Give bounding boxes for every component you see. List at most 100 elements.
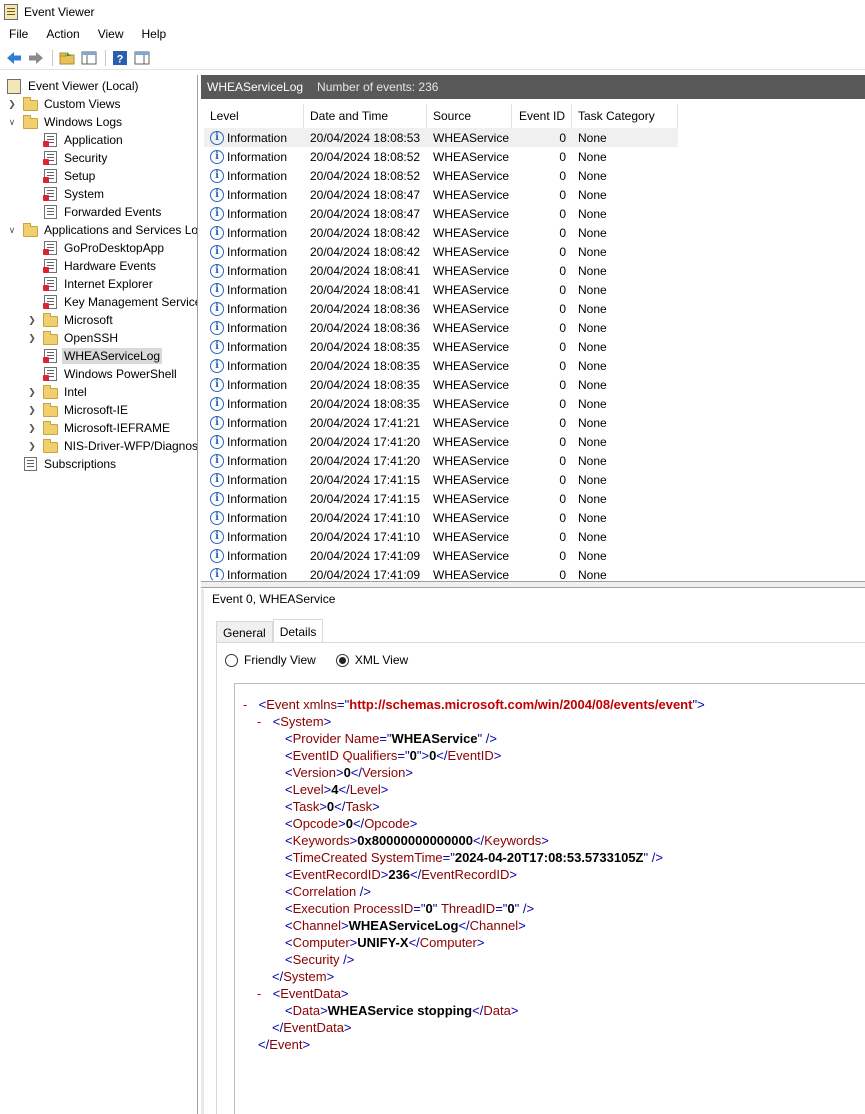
event-row[interactable]: i Information 20/04/2024 17:41:10 WHEAServi…	[204, 527, 678, 546]
event-row[interactable]: i Information 20/04/2024 18:08:35 WHEAServi…	[204, 337, 678, 356]
event-row[interactable]: i Information 20/04/2024 18:08:35 WHEAServi…	[204, 394, 678, 413]
event-row[interactable]: i Information 20/04/2024 18:08:53 WHEAServi…	[204, 128, 678, 147]
event-row[interactable]: i Information 20/04/2024 18:08:52 WHEAServi…	[204, 166, 678, 185]
tree-item-key-management-service[interactable]: Key Management Service	[42, 293, 197, 311]
show-hide-tree-button[interactable]	[79, 48, 99, 68]
chevron-right-icon[interactable]: ❯	[27, 423, 37, 433]
event-row[interactable]: i Information 20/04/2024 17:41:10 WHEAServi…	[204, 508, 678, 527]
cell-text: None	[578, 529, 607, 544]
cell-level: i Information	[204, 223, 304, 242]
event-row[interactable]: i Information 20/04/2024 17:41:09 WHEAServi…	[204, 565, 678, 580]
event-row[interactable]: i Information 20/04/2024 17:41:09 WHEAServi…	[204, 546, 678, 565]
chevron-right-icon[interactable]: ❯	[27, 405, 37, 415]
tree-item-security[interactable]: Security	[42, 149, 109, 167]
event-row[interactable]: i Information 20/04/2024 18:08:35 WHEAServi…	[204, 375, 678, 394]
show-hide-action-pane-button[interactable]	[132, 48, 152, 68]
event-row[interactable]: i Information 20/04/2024 18:08:52 WHEAServi…	[204, 147, 678, 166]
menu-help[interactable]: Help	[133, 27, 176, 41]
cell-text: WHEAService	[433, 529, 510, 544]
event-row[interactable]: i Information 20/04/2024 17:41:20 WHEAServi…	[204, 432, 678, 451]
friendly-view-radio[interactable]: Friendly View	[225, 653, 316, 667]
radio-button-selected[interactable]	[335, 653, 349, 667]
tree-item-forwarded-events[interactable]: Forwarded Events	[42, 203, 163, 221]
column-header-task-category[interactable]: Task Category	[572, 104, 678, 128]
back-button[interactable]	[4, 48, 24, 68]
event-row[interactable]: i Information 20/04/2024 18:08:42 WHEAServi…	[204, 223, 678, 242]
menu-view[interactable]: View	[89, 27, 133, 41]
radio-button[interactable]	[225, 653, 238, 667]
tree-item-wheaservicelog[interactable]: WHEAServiceLog	[42, 347, 163, 365]
tree-item-microsoft-ie[interactable]: Microsoft-IE	[42, 401, 130, 419]
cell-text: WHEAService	[433, 320, 510, 335]
tree-item-openssh[interactable]: OpenSSH	[42, 329, 120, 347]
tree-item-subscriptions[interactable]: Subscriptions	[22, 455, 118, 473]
pane-splitter[interactable]	[201, 581, 865, 588]
event-row[interactable]: i Information 20/04/2024 18:08:36 WHEAServi…	[204, 299, 678, 318]
event-row[interactable]: i Information 20/04/2024 18:08:41 WHEAServi…	[204, 280, 678, 299]
tree-item-nis-driver-wfp[interactable]: NIS-Driver-WFP/Diagnos	[42, 437, 197, 455]
menu-action[interactable]: Action	[37, 27, 88, 41]
information-icon: i	[210, 263, 224, 278]
tree-item-system[interactable]: System	[42, 185, 106, 203]
tree-item-microsoft-ieframe[interactable]: Microsoft-IEFRAME	[42, 419, 172, 437]
event-row[interactable]: i Information 20/04/2024 18:08:47 WHEAServi…	[204, 204, 678, 223]
collapse-toggle[interactable]: -	[243, 697, 255, 712]
event-row[interactable]: i Information 20/04/2024 17:41:21 WHEAServi…	[204, 413, 678, 432]
tree-item-event-viewer-local[interactable]: Event Viewer (Local)	[6, 77, 141, 95]
help-button[interactable]: ?	[110, 48, 130, 68]
event-row[interactable]: i Information 20/04/2024 18:08:41 WHEAServi…	[204, 261, 678, 280]
column-header-event-id[interactable]: Event ID	[512, 104, 572, 128]
column-header-date-and-time[interactable]: Date and Time	[304, 104, 427, 128]
tab-details[interactable]: Details	[272, 619, 324, 643]
event-row[interactable]: i Information 20/04/2024 18:08:35 WHEAServi…	[204, 356, 678, 375]
event-row[interactable]: i Information 20/04/2024 18:08:36 WHEAServi…	[204, 318, 678, 337]
console-tree-icon	[81, 51, 97, 64]
event-row[interactable]: i Information 20/04/2024 18:08:42 WHEAServi…	[204, 242, 678, 261]
cell-text: 0	[559, 149, 566, 164]
chevron-right-icon[interactable]: ❯	[27, 441, 37, 451]
chevron-down-icon[interactable]: ∨	[7, 225, 17, 235]
tree-item-microsoft[interactable]: Microsoft	[42, 311, 115, 329]
cell-text: 0	[559, 130, 566, 145]
cell-source: WHEAService	[427, 204, 512, 223]
event-row[interactable]: i Information 20/04/2024 17:41:20 WHEAServi…	[204, 451, 678, 470]
tree-item-setup[interactable]: Setup	[42, 167, 97, 185]
xml-eventid-qualifiers: 0	[409, 748, 417, 763]
tree-item-hardware-events[interactable]: Hardware Events	[42, 257, 158, 275]
menu-file[interactable]: File	[0, 27, 37, 41]
chevron-right-icon[interactable]: ❯	[7, 99, 17, 109]
chevron-right-icon[interactable]: ❯	[27, 387, 37, 397]
event-row[interactable]: i Information 20/04/2024 17:41:15 WHEAServi…	[204, 489, 678, 508]
tree-item-applications-and-services[interactable]: Applications and Services Lo	[22, 221, 197, 239]
xml-data: WHEAService stopping	[327, 1003, 473, 1018]
tree-item-windows-powershell[interactable]: Windows PowerShell	[42, 365, 179, 383]
collapse-toggle[interactable]: -	[257, 986, 269, 1001]
cell-level: i Information	[204, 128, 304, 147]
tree-item-intel[interactable]: Intel	[42, 383, 89, 401]
cell-task-category: None	[572, 204, 678, 223]
cell-event-id: 0	[512, 166, 572, 185]
xml-view-radio[interactable]: XML View	[335, 653, 408, 667]
open-folder-button[interactable]	[57, 48, 77, 68]
chevron-down-icon[interactable]: ∨	[7, 117, 17, 127]
chevron-right-icon[interactable]: ❯	[27, 333, 37, 343]
tab-general[interactable]: General	[216, 621, 273, 643]
tree-item-internet-explorer[interactable]: Internet Explorer	[42, 275, 155, 293]
cell-text: 0	[559, 339, 566, 354]
cell-level: i Information	[204, 204, 304, 223]
column-header-level[interactable]: Level	[204, 104, 304, 128]
tree-item-goprodesktopapp[interactable]: GoProDesktopApp	[42, 239, 166, 257]
tree-item-application[interactable]: Application	[42, 131, 125, 149]
column-header-source[interactable]: Source	[427, 104, 512, 128]
event-row[interactable]: i Information 20/04/2024 17:41:15 WHEAServi…	[204, 470, 678, 489]
tree-item-custom-views[interactable]: Custom Views	[22, 95, 122, 113]
tree-item-windows-logs[interactable]: Windows Logs	[22, 113, 124, 131]
collapse-toggle[interactable]: -	[257, 714, 269, 729]
cell-text: Information	[227, 168, 288, 183]
cell-text: 20/04/2024 17:41:10	[310, 510, 421, 525]
forward-button[interactable]	[26, 48, 46, 68]
event-row[interactable]: i Information 20/04/2024 18:08:47 WHEAServi…	[204, 185, 678, 204]
cell-source: WHEAService	[427, 394, 512, 413]
chevron-right-icon[interactable]: ❯	[27, 315, 37, 325]
cell-text: WHEAService	[433, 415, 510, 430]
